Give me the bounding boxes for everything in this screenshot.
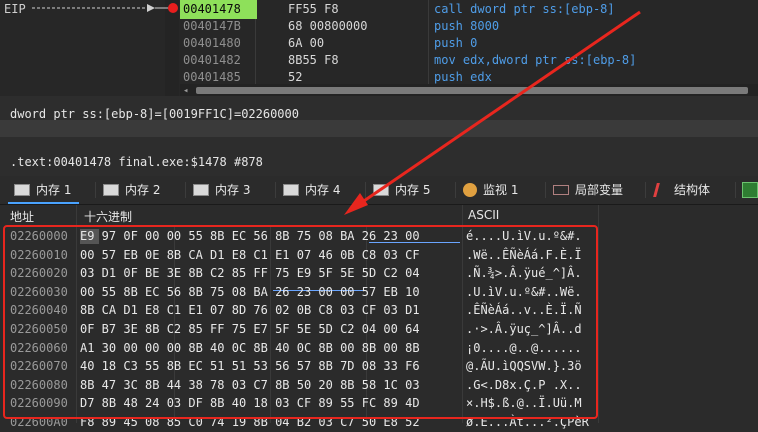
tab-label: 内存 3 (215, 183, 251, 197)
mnemonic: push (434, 70, 463, 84)
tab-label: 内存 2 (125, 183, 161, 197)
tab-watch-1[interactable]: 监视 1 (463, 178, 518, 202)
operands: dword ptr ss:[ebp-8] (470, 2, 615, 16)
operand-value-info: dword ptr ss:[ebp-8]=[0019FF1C]=02260000 (10, 107, 299, 121)
operands: edx,dword ptr ss:[ebp-8] (462, 53, 637, 67)
tab-divider (95, 182, 96, 198)
locals-icon (553, 184, 569, 195)
memory-icon (373, 183, 389, 196)
tab-divider (365, 182, 366, 198)
column-header-ascii[interactable]: ASCII (468, 208, 499, 222)
disasm-line[interactable]: 00401485 52 push edx (0, 68, 758, 84)
disasm-instruction: push edx (434, 68, 492, 84)
tab-label: 内存 5 (395, 183, 431, 197)
tab-memory-5[interactable]: 内存 5 (373, 178, 430, 202)
scrollbar-thumb[interactable] (196, 87, 748, 94)
tab-divider (185, 182, 186, 198)
struct-icon (653, 182, 670, 197)
operands: 0 (470, 36, 478, 50)
mnemonic: mov (434, 53, 456, 67)
tab-label: 内存 4 (305, 183, 341, 197)
memory-icon (103, 183, 119, 196)
tab-divider (545, 182, 546, 198)
memory-icon (193, 183, 209, 196)
address-location-info: .text:00401478 final.exe:$1478 #878 (10, 155, 263, 169)
tab-divider (455, 182, 456, 198)
tab-overflow-icon[interactable] (742, 182, 758, 198)
watch-icon (463, 182, 477, 197)
disassembly-pane[interactable]: EIP 00401478 FF55 F8 call dword ptr ss:[… (0, 0, 758, 96)
scroll-left-icon[interactable]: ◂ (183, 86, 188, 96)
disasm-bytes: 52 (288, 70, 303, 84)
tab-divider (275, 182, 276, 198)
tab-label: 监视 1 (483, 183, 519, 197)
tab-memory-1[interactable]: 内存 1 (8, 178, 80, 204)
tab-memory-4[interactable]: 内存 4 (283, 178, 340, 202)
tab-label: 结构体 (674, 183, 711, 197)
tab-struct[interactable]: 结构体 (653, 178, 711, 202)
tab-locals[interactable]: 局部变量 (553, 178, 623, 202)
memory-icon (283, 183, 299, 196)
mnemonic: push (434, 36, 463, 50)
tab-memory-2[interactable]: 内存 2 (103, 178, 160, 202)
tab-divider (735, 182, 736, 198)
mnemonic: call (434, 2, 463, 16)
column-header-hex[interactable]: 十六进制 (84, 208, 132, 225)
operands: edx (470, 70, 492, 84)
tab-label: 内存 1 (36, 183, 72, 197)
operands: 8000 (470, 19, 500, 33)
info-divider (0, 120, 758, 137)
tab-divider (645, 182, 646, 198)
memory-icon (14, 183, 30, 196)
column-divider (598, 205, 599, 423)
tab-label: 局部变量 (575, 183, 624, 197)
column-header-address[interactable]: 地址 (10, 208, 34, 225)
tab-memory-3[interactable]: 内存 3 (193, 178, 250, 202)
mnemonic: push (434, 19, 463, 33)
disasm-address: 00401485 (183, 70, 241, 84)
annotation-highlight-box (3, 225, 598, 419)
